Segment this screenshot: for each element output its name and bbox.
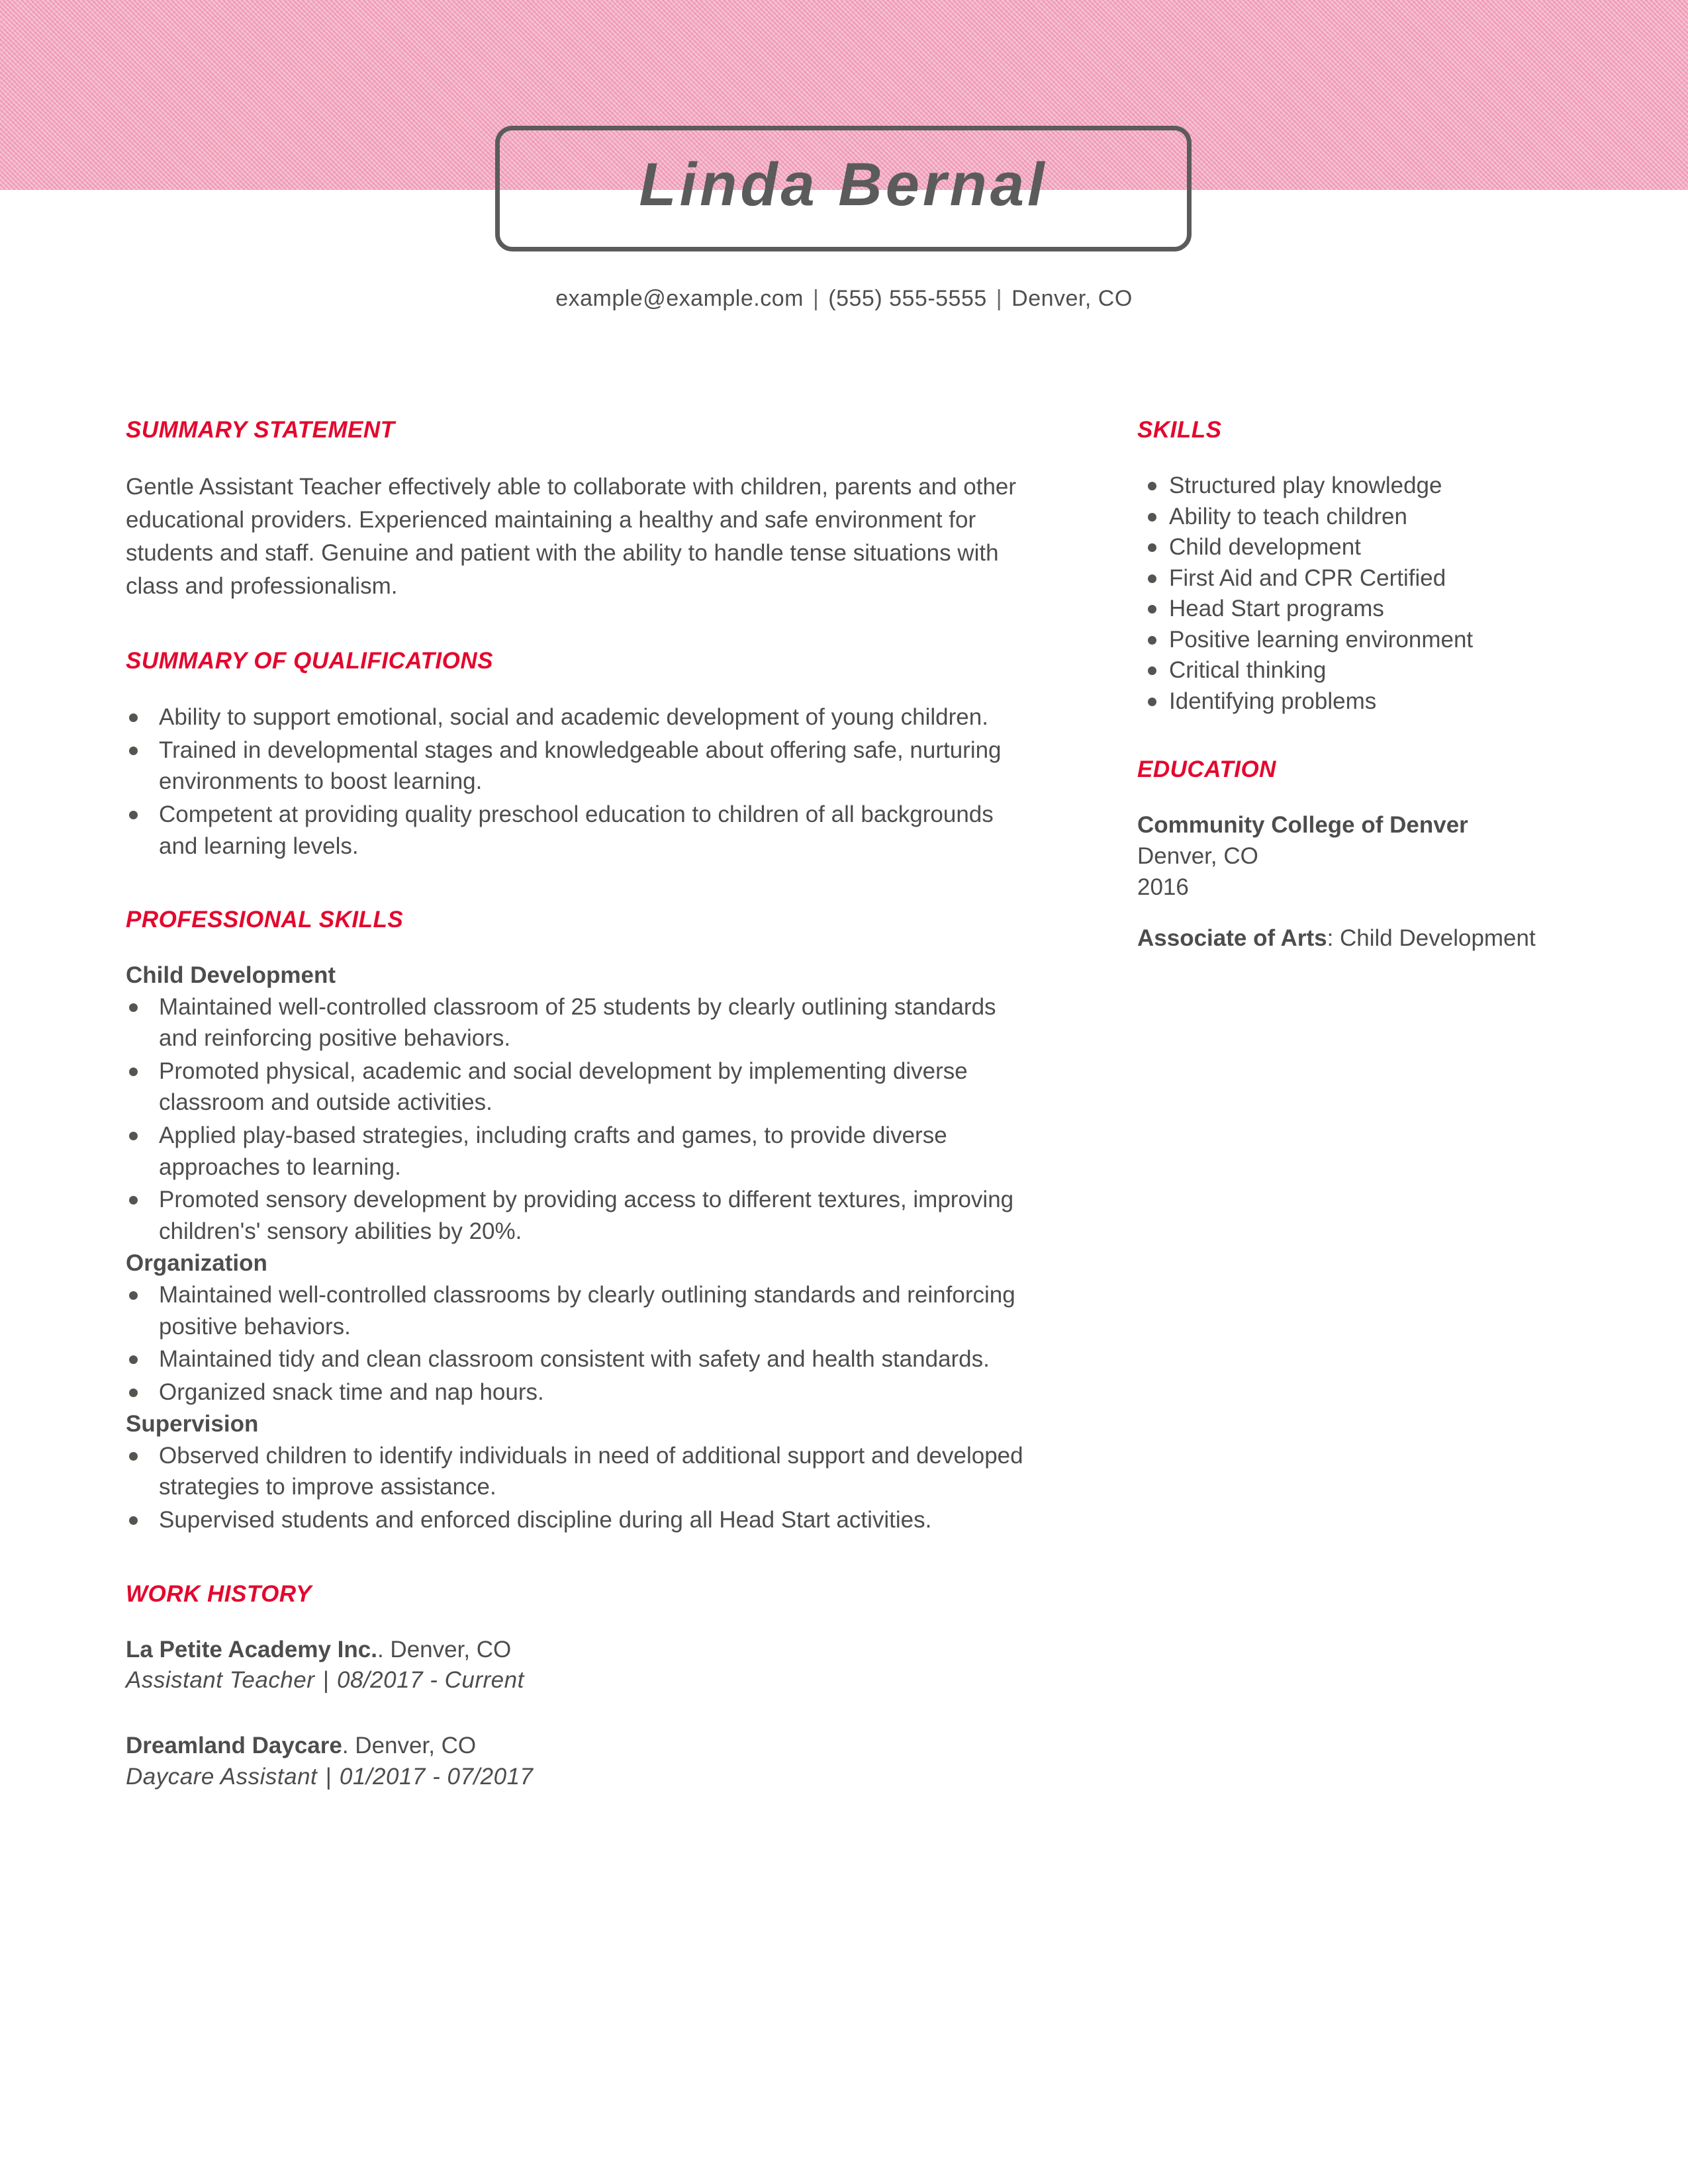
section-summary-of-qualifications: SUMMARY OF QUALIFICATIONS Ability to sup…: [126, 649, 1026, 862]
job-employer: Dreamland Daycare: [126, 1733, 342, 1759]
job-dates: 08/2017 - Current: [337, 1667, 524, 1694]
education-degree-line: Associate of Arts: Child Development: [1137, 923, 1594, 954]
job-dates: 01/2017 - 07/2017: [339, 1764, 534, 1790]
list-item: Identifying problems: [1137, 686, 1594, 717]
list-item: Promoted physical, academic and social d…: [126, 1056, 1026, 1118]
section-work-history: WORK HISTORY La Petite Academy Inc.. Den…: [126, 1582, 1026, 1794]
list-item: Promoted sensory development by providin…: [126, 1184, 1026, 1247]
skill-group-child-development: Child Development Maintained well-contro…: [126, 960, 1026, 1247]
contact-separator-1: |: [812, 286, 820, 311]
job-separator: |: [325, 1764, 332, 1790]
section-title-summary-of-qualifications: SUMMARY OF QUALIFICATIONS: [126, 648, 493, 674]
section-title-skills: SKILLS: [1137, 417, 1222, 443]
job-separator: |: [322, 1667, 330, 1694]
job-location: . Denver, CO: [377, 1636, 512, 1662]
section-skills: SKILLS Structured play knowledge Ability…: [1137, 418, 1594, 717]
list-item: Supervised students and enforced discipl…: [126, 1504, 1026, 1536]
list-item: Structured play knowledge: [1137, 471, 1594, 502]
job-employer-line: Dreamland Daycare. Denver, CO: [126, 1731, 1026, 1762]
contact-email[interactable]: example@example.com: [555, 286, 804, 311]
subheading-child-development: Child Development: [126, 962, 336, 989]
list-item: Head Start programs: [1137, 594, 1594, 625]
subheading-supervision: Supervision: [126, 1411, 259, 1437]
section-professional-skills: PROFESSIONAL SKILLS Child Development Ma…: [126, 908, 1026, 1535]
work-history-entry: La Petite Academy Inc.. Denver, CO Assis…: [126, 1635, 1026, 1697]
job-location: . Denver, CO: [342, 1733, 477, 1759]
list-item: Positive learning environment: [1137, 625, 1594, 656]
job-role: Daycare Assistant: [126, 1764, 318, 1790]
skill-group-supervision: Supervision Observed children to identif…: [126, 1409, 1026, 1535]
list-item: Child development: [1137, 532, 1594, 563]
job-role-line: Assistant Teacher | 08/2017 - Current: [126, 1665, 1026, 1696]
section-title-summary-statement: SUMMARY STATEMENT: [126, 417, 395, 443]
list-item: Competent at providing quality preschool…: [126, 799, 1026, 862]
list-item: Maintained tidy and clean classroom cons…: [126, 1343, 1026, 1375]
education-spacer: [1137, 903, 1594, 923]
skills-list: Structured play knowledge Ability to tea…: [1137, 471, 1594, 717]
list-item: Applied play-based strategies, including…: [126, 1120, 1026, 1183]
list-item: Trained in developmental stages and know…: [126, 735, 1026, 797]
name-badge: Linda Bernal: [495, 126, 1192, 251]
education-degree-label: Associate of Arts: [1137, 925, 1327, 952]
section-title-education: EDUCATION: [1137, 756, 1276, 783]
job-employer: La Petite Academy Inc.: [126, 1636, 377, 1662]
list-item: Ability to teach children: [1137, 502, 1594, 533]
organization-list: Maintained well-controlled classrooms by…: [126, 1279, 1026, 1408]
job-role-line: Daycare Assistant | 01/2017 - 07/2017: [126, 1762, 1026, 1793]
contact-separator-2: |: [996, 286, 1003, 311]
job-role: Assistant Teacher: [126, 1667, 315, 1694]
list-item: First Aid and CPR Certified: [1137, 563, 1594, 594]
work-history-entry: Dreamland Daycare. Denver, CO Daycare As…: [126, 1731, 1026, 1793]
section-education: EDUCATION Community College of Denver De…: [1137, 758, 1594, 954]
section-summary-statement: SUMMARY STATEMENT Gentle Assistant Teach…: [126, 418, 1026, 603]
contact-phone[interactable]: (555) 555-5555: [828, 286, 987, 311]
qualifications-list: Ability to support emotional, social and…: [126, 702, 1026, 862]
list-item: Maintained well-controlled classroom of …: [126, 991, 1026, 1054]
list-item: Ability to support emotional, social and…: [126, 702, 1026, 733]
education-location: Denver, CO: [1137, 843, 1258, 870]
list-item: Observed children to identify individual…: [126, 1440, 1026, 1503]
page-title: Linda Bernal: [639, 151, 1048, 218]
list-item: Maintained well-controlled classrooms by…: [126, 1279, 1026, 1342]
right-column: SKILLS Structured play knowledge Ability…: [1137, 418, 1594, 1001]
list-item: Critical thinking: [1137, 655, 1594, 686]
summary-statement-body: Gentle Assistant Teacher effectively abl…: [126, 474, 1017, 600]
contact-location: Denver, CO: [1011, 286, 1133, 311]
section-title-work-history: WORK HISTORY: [126, 1580, 312, 1607]
list-item: Organized snack time and nap hours.: [126, 1377, 1026, 1408]
left-column: SUMMARY STATEMENT Gentle Assistant Teach…: [126, 418, 1026, 1839]
supervision-list: Observed children to identify individual…: [126, 1440, 1026, 1536]
skill-group-organization: Organization Maintained well-controlled …: [126, 1248, 1026, 1408]
subheading-organization: Organization: [126, 1250, 267, 1277]
contact-line: example@example.com | (555) 555-5555 | Denve…: [0, 286, 1688, 312]
section-title-professional-skills: PROFESSIONAL SKILLS: [126, 907, 404, 933]
education-school: Community College of Denver: [1137, 812, 1468, 839]
job-employer-line: La Petite Academy Inc.. Denver, CO: [126, 1635, 1026, 1666]
education-year: 2016: [1137, 874, 1189, 901]
child-development-list: Maintained well-controlled classroom of …: [126, 991, 1026, 1248]
education-degree-field: : Child Development: [1327, 925, 1536, 952]
